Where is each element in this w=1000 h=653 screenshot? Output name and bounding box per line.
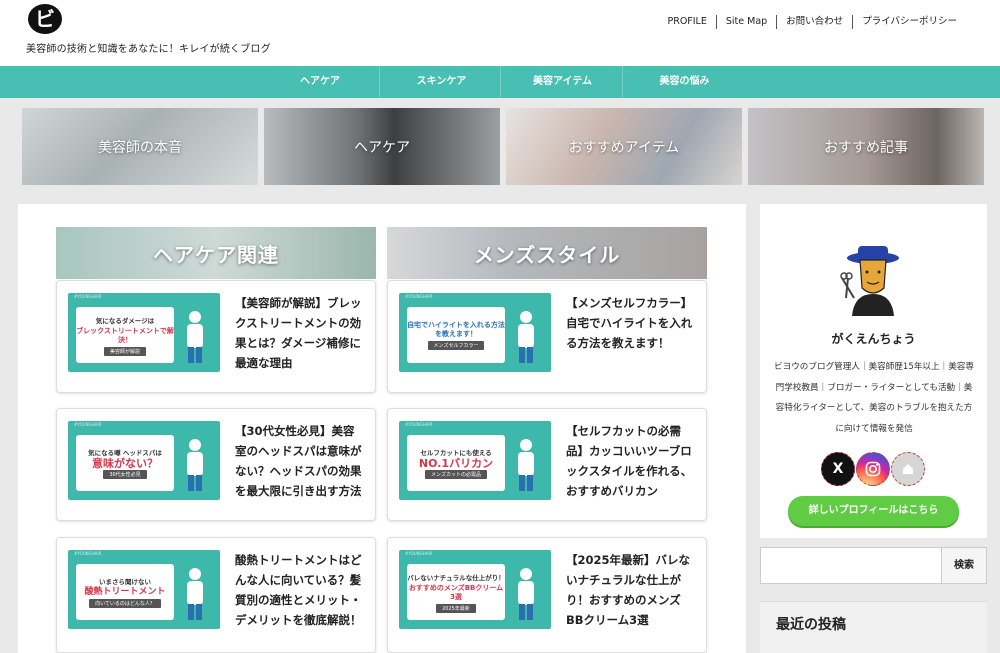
- article-thumbnail[interactable]: #YOUNGHAIR 気になるダメージは ブレックストリートメントで解決！ 美容…: [68, 293, 220, 372]
- instagram-icon[interactable]: [856, 452, 890, 486]
- topnav-privacy[interactable]: プライバシーポリシー: [852, 15, 966, 29]
- x-social-label: X: [832, 461, 844, 477]
- banner-haircare[interactable]: ヘアケア: [264, 108, 500, 185]
- recent-posts-widget: 最近の投稿: [760, 601, 987, 653]
- profile-description: ビヨウのブログ管理人｜美容師歴15年以上｜美容専門学校教員｜ブロガー・ライターと…: [774, 362, 974, 434]
- topnav-contact[interactable]: お問い合わせ: [776, 15, 852, 29]
- nav-item-skincare[interactable]: スキンケア: [379, 66, 503, 98]
- search-input[interactable]: [760, 547, 942, 584]
- section-heading-mens-style[interactable]: メンズスタイル: [387, 227, 707, 279]
- person-illustration-icon: [518, 568, 534, 620]
- article-title[interactable]: 【美容師が解説】ブレックストリートメントの効果とは？ダメージ補修に最適な理由: [235, 293, 363, 373]
- banner-recommended-articles[interactable]: おすすめ記事: [748, 108, 984, 185]
- nav-item-beauty-items[interactable]: 美容アイテム: [500, 66, 624, 98]
- topnav-sitemap[interactable]: Site Map: [715, 15, 776, 29]
- person-illustration-icon: [518, 311, 534, 363]
- x-icon[interactable]: X: [821, 452, 855, 486]
- site-logo[interactable]: ビ: [28, 4, 62, 34]
- site-tagline: 美容師の技術と知識をあなたに！キレイが続くブログ: [26, 44, 271, 55]
- site-header: ビ 美容師の技術と知識をあなたに！キレイが続くブログ PROFILE Site …: [0, 0, 1000, 66]
- topnav-profile[interactable]: PROFILE: [658, 15, 715, 29]
- article-thumbnail[interactable]: #YOUNGHAIR セルフカットにも使える NO.1バリカン メンズカットの必…: [399, 421, 551, 500]
- article-thumbnail[interactable]: #YOUNGHAIR 自宅でハイライトを入れる方法を教えます！ メンズセルフカラ…: [399, 293, 551, 372]
- article-title[interactable]: 【セルフカットの必需品】カッコいいツーブロックスタイルを作れる、おすすめバリカン: [566, 421, 694, 501]
- profile-name: がくえんちょう: [831, 332, 916, 346]
- person-illustration-icon: [187, 311, 203, 363]
- search-button[interactable]: 検索: [942, 547, 987, 584]
- article-card[interactable]: #YOUNGHAIR いまさら聞けない 酸熱トリートメント 向いているのはどんな…: [56, 537, 376, 653]
- main-navigation: ヘアケア スキンケア 美容アイテム 美容の悩み: [0, 66, 1000, 98]
- nav-item-beauty-worries[interactable]: 美容の悩み: [622, 66, 746, 98]
- article-thumbnail[interactable]: #YOUNGHAIR バレないナチュラルな仕上がり！ おすすめのメンズBBクリー…: [399, 550, 551, 629]
- article-title[interactable]: 酸熱トリートメントはどんな人に向いている？髪質別の適性とメリット・デメリットを徹…: [235, 550, 363, 630]
- article-card[interactable]: #YOUNGHAIR セルフカットにも使える NO.1バリカン メンズカットの必…: [387, 408, 707, 521]
- article-card[interactable]: #YOUNGHAIR 気になる噂 ヘッドスパは 意味がない？ 30代女性必見 【…: [56, 408, 376, 521]
- article-thumbnail[interactable]: #YOUNGHAIR いまさら聞けない 酸熱トリートメント 向いているのはどんな…: [68, 550, 220, 629]
- profile-detail-button[interactable]: 詳しいプロフィールはこちら: [788, 496, 959, 526]
- house-glyph-icon: [903, 464, 913, 474]
- article-title[interactable]: 【2025年最新】バレないナチュラルな仕上がり！おすすめのメンズBBクリーム3選: [566, 550, 694, 630]
- home-icon[interactable]: [891, 452, 925, 486]
- article-title[interactable]: 【30代女性必見】美容室のヘッドスパは意味がない？ヘッドスパの効果を最大限に引き…: [235, 421, 363, 501]
- person-illustration-icon: [187, 439, 203, 491]
- top-navigation: PROFILE Site Map お問い合わせ プライバシーポリシー: [658, 15, 966, 29]
- article-card[interactable]: #YOUNGHAIR バレないナチュラルな仕上がり！ おすすめのメンズBBクリー…: [387, 537, 707, 653]
- person-illustration-icon: [518, 439, 534, 491]
- article-thumbnail[interactable]: #YOUNGHAIR 気になる噂 ヘッドスパは 意味がない？ 30代女性必見: [68, 421, 220, 500]
- article-card[interactable]: #YOUNGHAIR 気になるダメージは ブレックストリートメントで解決！ 美容…: [56, 280, 376, 393]
- profile-widget: がくえんちょう ビヨウのブログ管理人｜美容師歴15年以上｜美容専門学校教員｜ブロ…: [760, 204, 987, 538]
- instagram-glyph-icon: [865, 461, 881, 477]
- nav-item-haircare[interactable]: ヘアケア: [258, 66, 382, 98]
- banner-honne[interactable]: 美容師の本音: [22, 108, 258, 185]
- article-title[interactable]: 【メンズセルフカラー】自宅でハイライトを入れる方法を教えます！: [566, 293, 694, 353]
- banner-recommended-items[interactable]: おすすめアイテム: [506, 108, 742, 185]
- search-widget: 検索: [760, 547, 987, 584]
- recent-posts-title: 最近の投稿: [776, 617, 846, 633]
- section-heading-haircare[interactable]: ヘアケア関連: [56, 227, 376, 279]
- article-card[interactable]: #YOUNGHAIR 自宅でハイライトを入れる方法を教えます！ メンズセルフカラ…: [387, 280, 707, 393]
- avatar: [840, 246, 899, 316]
- person-illustration-icon: [187, 568, 203, 620]
